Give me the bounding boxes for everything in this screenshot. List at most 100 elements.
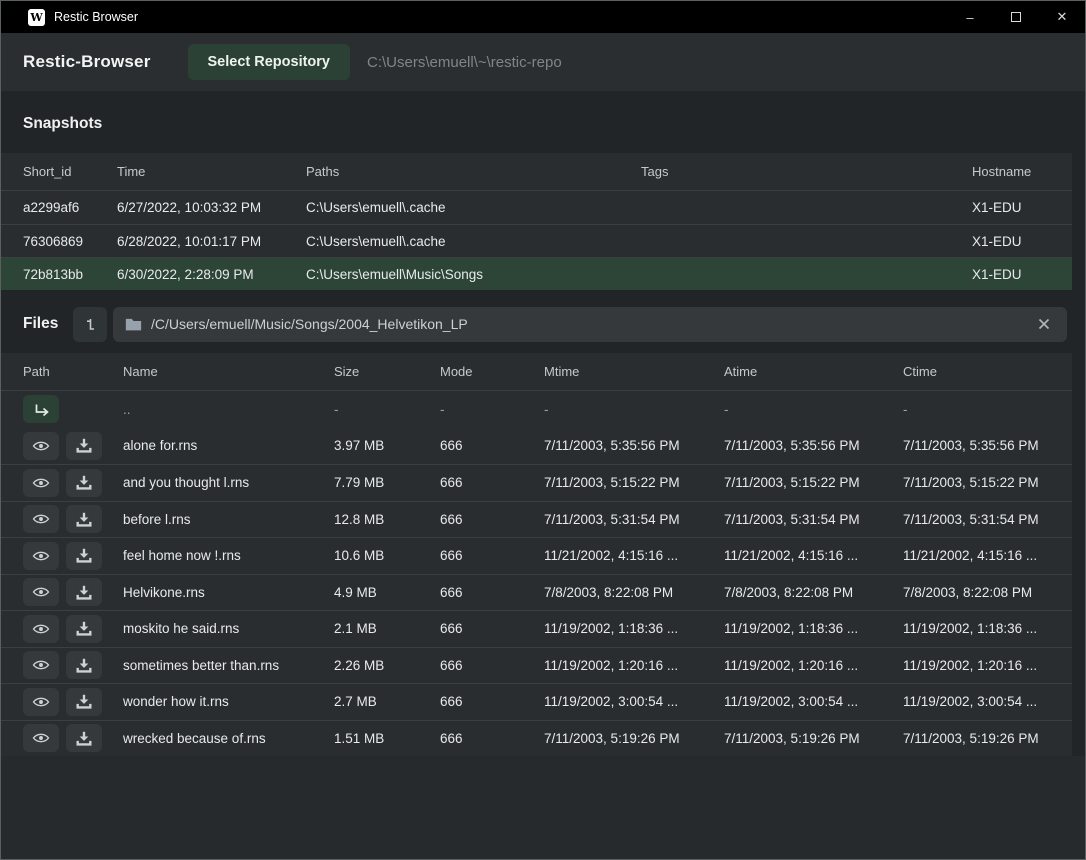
files-path-input[interactable]: /C/Users/emuell/Music/Songs/2004_Helveti… <box>151 316 1033 332</box>
snapshot-short-id: 76306869 <box>23 234 117 249</box>
file-ctime: 7/8/2003, 8:22:08 PM <box>903 585 1072 600</box>
download-file-button[interactable] <box>66 724 102 752</box>
file-size: 7.79 MB <box>334 475 440 490</box>
download-file-button[interactable] <box>66 651 102 679</box>
section-divider <box>1 290 1085 304</box>
eye-icon <box>32 658 50 672</box>
close-button[interactable]: ✕ <box>1039 1 1085 33</box>
file-atime: 7/11/2003, 5:31:54 PM <box>724 512 903 527</box>
eye-icon <box>32 476 50 490</box>
file-mtime: 7/8/2003, 8:22:08 PM <box>544 585 724 600</box>
eye-icon <box>32 622 50 636</box>
file-atime: 11/19/2002, 3:00:54 ... <box>724 694 903 709</box>
file-mtime: 7/11/2003, 5:35:56 PM <box>544 438 724 453</box>
download-file-button[interactable] <box>66 688 102 716</box>
download-file-button[interactable] <box>66 432 102 460</box>
file-atime: 7/11/2003, 5:35:56 PM <box>724 438 903 453</box>
download-file-button[interactable] <box>66 578 102 606</box>
file-size: 3.97 MB <box>334 438 440 453</box>
files-toolbar-button[interactable] <box>73 307 107 342</box>
preview-file-button[interactable] <box>23 542 59 570</box>
snapshot-row[interactable]: a2299af6 6/27/2022, 10:03:32 PM C:\Users… <box>1 191 1072 224</box>
file-mtime: 7/11/2003, 5:19:26 PM <box>544 731 724 746</box>
file-actions <box>23 724 123 752</box>
preview-file-button[interactable] <box>23 724 59 752</box>
download-icon <box>76 548 92 563</box>
column-header-paths: Paths <box>306 164 641 179</box>
file-name: and you thought l.rns <box>123 475 334 490</box>
file-mtime: 11/21/2002, 4:15:16 ... <box>544 548 724 563</box>
file-actions <box>23 578 123 606</box>
snapshot-row[interactable]: 76306869 6/28/2022, 10:01:17 PM C:\Users… <box>1 224 1072 257</box>
title-bar: W Restic Browser – ✕ <box>1 1 1085 33</box>
files-table: Path Name Size Mode Mtime Atime Ctime .. <box>1 353 1085 756</box>
download-file-button[interactable] <box>66 505 102 533</box>
maximize-icon <box>1011 12 1021 22</box>
file-mtime: 7/11/2003, 5:31:54 PM <box>544 512 724 527</box>
file-atime: 11/19/2002, 1:20:16 ... <box>724 658 903 673</box>
file-ctime: 11/19/2002, 1:20:16 ... <box>903 658 1072 673</box>
files-table-body: .. - - - - - <box>1 390 1072 756</box>
file-mode: 666 <box>440 694 544 709</box>
go-to-parent-button[interactable] <box>23 395 59 423</box>
snapshot-paths: C:\Users\emuell\Music\Songs <box>306 267 641 282</box>
snapshot-row[interactable]: 72b813bb 6/30/2022, 2:28:09 PM C:\Users\… <box>1 257 1072 290</box>
file-ctime: 11/19/2002, 3:00:54 ... <box>903 694 1072 709</box>
file-mtime: 11/19/2002, 3:00:54 ... <box>544 694 724 709</box>
file-row: and you thought l.rns 7.79 MB 666 7/11/2… <box>1 464 1072 501</box>
preview-file-button[interactable] <box>23 432 59 460</box>
file-atime: 7/11/2003, 5:19:26 PM <box>724 731 903 746</box>
file-mode: 666 <box>440 585 544 600</box>
file-row: wrecked because of.rns 1.51 MB 666 7/11/… <box>1 720 1072 757</box>
file-name: Helvikone.rns <box>123 585 334 600</box>
snapshot-hostname: X1-EDU <box>972 267 1072 282</box>
minimize-button[interactable]: – <box>947 1 993 33</box>
column-header-ctime: Ctime <box>903 364 1072 379</box>
download-file-button[interactable] <box>66 615 102 643</box>
select-repository-button[interactable]: Select Repository <box>188 44 351 80</box>
preview-file-button[interactable] <box>23 688 59 716</box>
file-mode: 666 <box>440 438 544 453</box>
preview-file-button[interactable] <box>23 505 59 533</box>
file-actions <box>23 688 123 716</box>
file-mtime: 7/11/2003, 5:15:22 PM <box>544 475 724 490</box>
snapshot-paths: C:\Users\emuell\.cache <box>306 200 641 215</box>
file-mtime: 11/19/2002, 1:20:16 ... <box>544 658 724 673</box>
preview-file-button[interactable] <box>23 578 59 606</box>
snapshots-table-header: Short_id Time Paths Tags Hostname <box>1 153 1072 190</box>
window-title: Restic Browser <box>54 10 138 24</box>
file-atime: 11/21/2002, 4:15:16 ... <box>724 548 903 563</box>
files-table-gap <box>1 344 1085 353</box>
l-shaped-arrow-icon <box>83 317 97 332</box>
parent-directory-row[interactable]: .. - - - - - <box>1 391 1072 428</box>
files-path-bar[interactable]: /C/Users/emuell/Music/Songs/2004_Helveti… <box>113 307 1067 342</box>
snapshot-short-id: a2299af6 <box>23 200 117 215</box>
maximize-button[interactable] <box>993 1 1039 33</box>
preview-file-button[interactable] <box>23 615 59 643</box>
preview-file-button[interactable] <box>23 469 59 497</box>
file-mtime: 11/19/2002, 1:18:36 ... <box>544 621 724 636</box>
file-name: before l.rns <box>123 512 334 527</box>
column-header-time: Time <box>117 164 306 179</box>
download-icon <box>76 438 92 453</box>
files-table-header: Path Name Size Mode Mtime Atime Ctime <box>1 353 1072 390</box>
download-icon <box>76 512 92 527</box>
parent-dir-atime: - <box>724 402 903 417</box>
clear-path-button[interactable] <box>1033 313 1055 335</box>
file-mode: 666 <box>440 475 544 490</box>
download-file-button[interactable] <box>66 542 102 570</box>
app-icon: W <box>28 9 45 26</box>
file-name: sometimes better than.rns <box>123 658 334 673</box>
file-actions <box>23 505 123 533</box>
app-window: W Restic Browser – ✕ Restic-Browser Sele… <box>0 0 1086 860</box>
preview-file-button[interactable] <box>23 651 59 679</box>
app-title: Restic-Browser <box>23 52 151 72</box>
file-row: before l.rns 12.8 MB 666 7/11/2003, 5:31… <box>1 501 1072 538</box>
file-name: wrecked because of.rns <box>123 731 334 746</box>
file-atime: 7/8/2003, 8:22:08 PM <box>724 585 903 600</box>
file-mode: 666 <box>440 548 544 563</box>
snapshots-section-header: Snapshots <box>1 91 1085 153</box>
file-row: Helvikone.rns 4.9 MB 666 7/8/2003, 8:22:… <box>1 574 1072 611</box>
download-file-button[interactable] <box>66 469 102 497</box>
repository-path-input[interactable]: C:\Users\emuell\~\restic-repo <box>367 54 562 71</box>
